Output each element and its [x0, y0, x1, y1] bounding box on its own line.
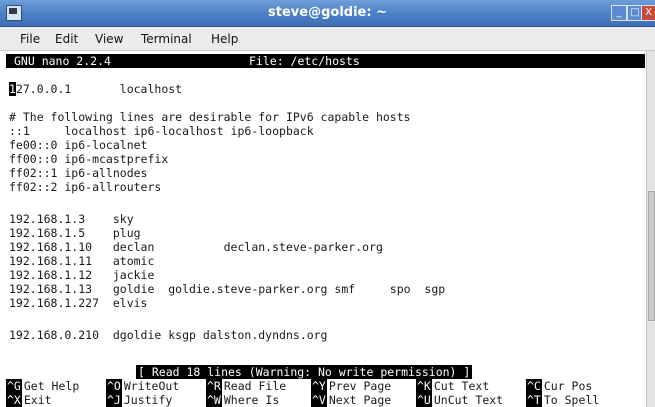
shortcut-writeout[interactable]: ^O WriteOut	[106, 379, 179, 393]
window-title: steve@goldie: ~	[268, 5, 387, 20]
shortcut-justify[interactable]: ^J Justify	[106, 393, 172, 407]
editor-line[interactable]: 192.168.1.13 goldie goldie.steve-parker.…	[9, 282, 445, 296]
nano-shortcut-bar: ^G Get Help ^O WriteOut ^R Read File ^Y Prev…	[6, 379, 645, 407]
minimize-button[interactable]: _	[611, 5, 627, 21]
shortcut-next-page[interactable]: ^V Next Page	[311, 393, 391, 407]
menu-edit[interactable]: Edit	[55, 32, 78, 46]
text-cursor: 1	[9, 82, 16, 96]
nano-header-bar: GNU nano 2.2.4 File: /etc/hosts	[6, 54, 645, 68]
menu-terminal[interactable]: Terminal	[141, 32, 192, 46]
editor-line[interactable]: 192.168.0.210 dgoldie ksgp dalston.dyndn…	[9, 328, 328, 342]
menu-file[interactable]: File	[20, 32, 40, 46]
shortcut-cut-text[interactable]: ^K Cut Text	[416, 379, 489, 393]
vertical-scrollbar[interactable]	[646, 51, 655, 407]
close-button[interactable]: X	[641, 5, 655, 21]
editor-line[interactable]: # The following lines are desirable for …	[9, 110, 411, 124]
shortcut-get-help[interactable]: ^G Get Help	[6, 379, 79, 393]
editor-line[interactable]: ff02::1 ip6-allnodes	[9, 166, 147, 180]
scrollbar-thumb[interactable]	[648, 191, 655, 321]
menu-help[interactable]: Help	[211, 32, 238, 46]
editor-line[interactable]: 192.168.1.3 sky	[9, 212, 134, 226]
menu-bar: File Edit View Terminal Help	[0, 27, 655, 51]
editor-line[interactable]: 192.168.1.11 atomic	[9, 254, 154, 268]
terminal-window: steve@goldie: ~ _ □ X File Edit View Ter…	[0, 0, 655, 407]
shortcut-exit[interactable]: ^X Exit	[6, 393, 52, 407]
shortcut-read-file[interactable]: ^R Read File	[206, 379, 286, 393]
nano-file-label: File: /etc/hosts	[249, 54, 360, 68]
editor-line[interactable]: 192.168.1.5 plug	[9, 226, 141, 240]
shortcut-cur-pos[interactable]: ^C Cur Pos	[526, 379, 592, 393]
nano-version: GNU nano 2.2.4	[14, 54, 111, 68]
editor-line[interactable]: ff02::2 ip6-allrouters	[9, 180, 161, 194]
shortcut-prev-page[interactable]: ^Y Prev Page	[311, 379, 391, 393]
editor-line[interactable]: 192.168.1.227 elvis	[9, 296, 147, 310]
editor-line[interactable]: 192.168.1.10 declan declan.steve-parker.…	[9, 240, 383, 254]
editor-line[interactable]: 192.168.1.12 jackie	[9, 268, 154, 282]
shortcut-where-is[interactable]: ^W Where Is	[206, 393, 279, 407]
menu-view[interactable]: View	[95, 32, 123, 46]
title-bar[interactable]: steve@goldie: ~ _ □ X	[0, 0, 655, 27]
shortcut-uncut-text[interactable]: ^U UnCut Text	[416, 393, 503, 407]
terminal-area[interactable]: GNU nano 2.2.4 File: /etc/hosts 127.0.0.…	[6, 51, 645, 407]
shortcut-to-spell[interactable]: ^T To Spell	[526, 393, 599, 407]
nano-status-message: [ Read 18 lines (Warning: No write permi…	[136, 365, 473, 379]
editor-line[interactable]: 127.0.0.1 localhost	[9, 82, 182, 96]
editor-line[interactable]: ff00::0 ip6-mcastprefix	[9, 152, 168, 166]
editor-line[interactable]: ::1 localhost ip6-localhost ip6-loopback	[9, 124, 314, 138]
editor-line[interactable]: fe00::0 ip6-localnet	[9, 138, 147, 152]
